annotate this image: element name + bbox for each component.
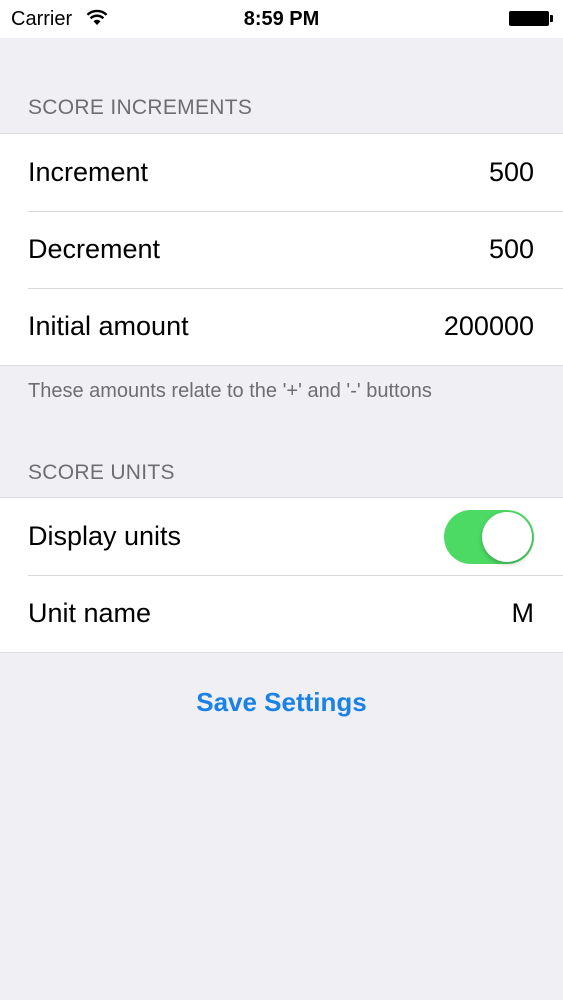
section-header-score-units: SCORE UNITS bbox=[28, 461, 175, 484]
initial-amount-row[interactable]: Initial amount 200000 bbox=[0, 288, 563, 365]
increment-label: Increment bbox=[28, 157, 149, 187]
clock: 8:59 PM bbox=[243, 8, 320, 30]
display-units-toggle[interactable] bbox=[444, 510, 534, 564]
decrement-value[interactable]: 500 bbox=[489, 211, 534, 288]
save-settings-button[interactable]: Save Settings bbox=[0, 682, 563, 722]
display-units-row: Display units bbox=[0, 498, 563, 575]
score-units-group: Display units Unit name M bbox=[0, 497, 563, 653]
battery-tip bbox=[550, 15, 553, 22]
initial-amount-label: Initial amount bbox=[28, 311, 189, 341]
battery-icon bbox=[509, 11, 549, 26]
unit-name-label: Unit name bbox=[28, 598, 152, 628]
toggle-knob bbox=[482, 512, 532, 562]
increment-value[interactable]: 500 bbox=[489, 134, 534, 211]
section-footer-score-increments: These amounts relate to the '+' and '-' … bbox=[28, 380, 432, 402]
display-units-label: Display units bbox=[28, 521, 182, 551]
unit-name-row[interactable]: Unit name M bbox=[0, 575, 563, 652]
increment-row[interactable]: Increment 500 bbox=[0, 134, 563, 211]
unit-name-value[interactable]: M bbox=[512, 575, 535, 652]
status-bar: Carrier 8:59 PM bbox=[0, 0, 563, 38]
decrement-row[interactable]: Decrement 500 bbox=[0, 211, 563, 288]
decrement-label: Decrement bbox=[28, 234, 161, 264]
section-header-score-increments: SCORE INCREMENTS bbox=[28, 96, 253, 119]
initial-amount-value[interactable]: 200000 bbox=[444, 288, 534, 365]
score-increments-group: Increment 500 Decrement 500 Initial amou… bbox=[0, 133, 563, 366]
